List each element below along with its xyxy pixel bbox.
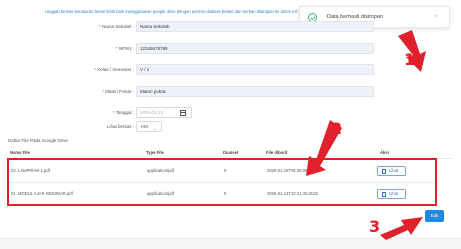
materi-pokok-label: * Materi Pokok : <box>102 89 134 94</box>
tanggal-label: * Tanggal : <box>112 110 134 115</box>
file-size: 0 <box>224 168 227 173</box>
tanggal-date-input[interactable]: 2026-01-15 <box>136 107 192 118</box>
edit-button[interactable]: Edit <box>425 210 444 222</box>
file-size: 0 <box>224 191 227 196</box>
lihat-button[interactable]: Lihat <box>377 166 406 176</box>
calendar-icon[interactable] <box>180 110 186 116</box>
lihat-label: Lihat <box>389 168 399 173</box>
file-date: 2026-01-14T10:41:40.812Z <box>267 191 318 196</box>
close-icon[interactable]: × <box>434 13 438 22</box>
field-row-kelas: * Kelas / Semester : <box>0 64 134 75</box>
lihat-berkas-select[interactable]: KM ⌄ <box>136 121 162 132</box>
table-row: 01. MODUL AJAR SENSBAR.pdf application/p… <box>9 182 435 204</box>
nama-sekolah-field[interactable]: Nama Sekolah <box>136 21 374 32</box>
lihat-button[interactable]: Lihat <box>377 189 406 199</box>
marker-3: 3 <box>369 217 381 236</box>
section-title: Daftar File Pada Google Drive <box>8 138 69 143</box>
kelas-semester-label: * Kelas / Semester : <box>94 67 134 72</box>
file-name: 01. MODUL AJAR SENSBAR.pdf <box>11 191 73 196</box>
lihat-label: Lihat <box>389 191 399 196</box>
table-row: 02. LAMPIRAN 1.pdf application/pdf 0 202… <box>9 160 435 182</box>
upload-notice: Unggah berkas berukuran besar lebih baik… <box>45 9 298 14</box>
file-date: 2026-01-15T05:39:06.218Z <box>267 168 318 173</box>
file-rows-highlight: 02. LAMPIRAN 1.pdf application/pdf 0 202… <box>7 158 437 206</box>
field-row-tanggal: * Tanggal : <box>0 107 134 118</box>
marker-2: 2 <box>331 119 343 138</box>
chevron-down-icon: ⌄ <box>153 126 157 131</box>
materi-pokok-field[interactable]: Materi pokok <box>136 86 374 97</box>
file-type: application/pdf <box>147 168 175 173</box>
field-row-nama-sekolah: * Nama Sekolah : <box>0 21 134 32</box>
field-row-lihat-berkas: Lihat berkas : <box>0 121 134 132</box>
field-row-npsn: * NPSN : <box>0 43 134 54</box>
npsn-label: * NPSN : <box>115 46 134 51</box>
document-icon <box>382 168 386 174</box>
file-type: application/pdf <box>147 191 175 196</box>
field-row-materi: * Materi Pokok : <box>0 86 134 97</box>
file-name: 02. LAMPIRAN 1.pdf <box>11 168 50 173</box>
footer-bar <box>0 237 461 249</box>
kelas-semester-field[interactable]: V / 1 <box>136 64 374 75</box>
document-icon <box>382 191 386 197</box>
tanggal-placeholder: 2026-01-15 <box>140 110 164 115</box>
npsn-field[interactable]: 12345678789 <box>136 43 374 54</box>
marker-1: 1 <box>404 50 416 69</box>
lihat-berkas-value: KM <box>141 124 148 129</box>
nama-sekolah-label: * Nama Sekolah : <box>98 24 134 29</box>
lihat-berkas-label: Lihat berkas : <box>106 124 134 129</box>
arrow-1-icon <box>398 30 426 72</box>
